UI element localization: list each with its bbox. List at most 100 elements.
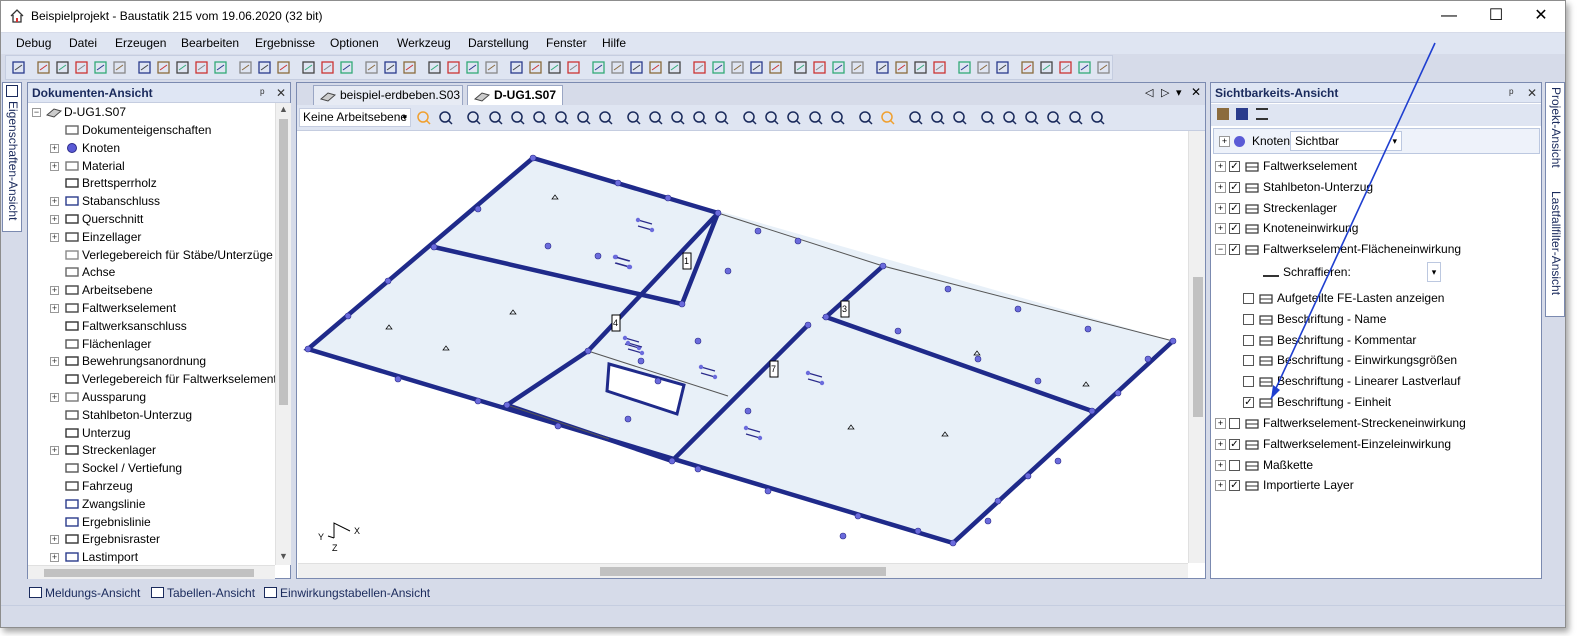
- drawing-horizontal-scrollbar[interactable]: [298, 563, 1188, 578]
- toolbar-tool-icon[interactable]: [527, 59, 544, 76]
- toolbar-tool-icon[interactable]: [483, 59, 500, 76]
- expand-icon[interactable]: +: [1215, 459, 1226, 471]
- toolbar-tool-icon[interactable]: [363, 59, 380, 76]
- view-tool-icon[interactable]: [415, 109, 432, 126]
- expand-icon[interactable]: +: [1215, 223, 1226, 235]
- expand-icon[interactable]: +: [50, 286, 59, 296]
- close-button[interactable]: ✕: [1518, 5, 1564, 27]
- expand-icon[interactable]: +: [50, 535, 59, 545]
- toolbar-tool-icon[interactable]: [748, 59, 765, 76]
- visibility-checkbox[interactable]: ✓: [1229, 438, 1240, 450]
- toolbar-tool-icon[interactable]: [767, 59, 784, 76]
- toolbar-tool-icon[interactable]: [830, 59, 847, 76]
- view-tool-icon[interactable]: [929, 109, 946, 126]
- expand-icon[interactable]: +: [50, 197, 59, 207]
- view-tool-icon[interactable]: [625, 109, 642, 126]
- view-tool-icon[interactable]: [785, 109, 802, 126]
- drawing-vertical-scrollbar[interactable]: [1188, 131, 1205, 563]
- scroll-down-icon[interactable]: ▼: [279, 551, 288, 561]
- toolbar-tool-icon[interactable]: [35, 59, 52, 76]
- toolbar-tool-icon[interactable]: [1019, 59, 1036, 76]
- menu-bearbeiten[interactable]: Bearbeiten: [181, 36, 239, 50]
- toolbar-tool-icon[interactable]: [111, 59, 128, 76]
- drawing-scroll-thumb[interactable]: [1193, 277, 1203, 417]
- expand-icon[interactable]: +: [1215, 418, 1226, 429]
- toolbar-tool-icon[interactable]: [691, 59, 708, 76]
- drawing-canvas[interactable]: 1 4 3 7 X Y Z: [298, 131, 1188, 563]
- view-tool-icon[interactable]: [879, 109, 896, 126]
- view-tool-icon[interactable]: [437, 109, 454, 126]
- tree-horizontal-scrollbar[interactable]: [28, 565, 275, 579]
- expand-icon[interactable]: +: [1215, 480, 1226, 492]
- toolbar-tool-icon[interactable]: [609, 59, 626, 76]
- toolbar-tool-icon[interactable]: [1095, 59, 1112, 76]
- toolbar-tool-icon[interactable]: [874, 59, 891, 76]
- view-tool-icon[interactable]: [1023, 109, 1040, 126]
- save-icon[interactable]: [1236, 108, 1248, 120]
- tab-tabellen-ansicht[interactable]: Tabellen-Ansicht: [149, 584, 255, 602]
- expand-icon[interactable]: +: [50, 304, 59, 313]
- toolbar-tool-icon[interactable]: [849, 59, 866, 76]
- view-tool-icon[interactable]: [1001, 109, 1018, 126]
- view-tool-icon[interactable]: [829, 109, 846, 126]
- toolbar-tool-icon[interactable]: [994, 59, 1011, 76]
- expand-icon[interactable]: +: [1219, 136, 1230, 147]
- minimize-button[interactable]: —: [1426, 5, 1472, 27]
- toolbar-tool-icon[interactable]: [54, 59, 71, 76]
- toolbar-tool-icon[interactable]: [193, 59, 210, 76]
- toolbar-tool-icon[interactable]: [792, 59, 809, 76]
- toolbar-tool-icon[interactable]: [275, 59, 292, 76]
- toolbar-tool-icon[interactable]: [426, 59, 443, 76]
- toolbar-tool-icon[interactable]: [1057, 59, 1074, 76]
- tab-prev-icon[interactable]: ◁: [1145, 86, 1153, 99]
- scroll-up-icon[interactable]: ▲: [279, 104, 288, 114]
- expand-icon[interactable]: +: [50, 393, 59, 402]
- view-tool-icon[interactable]: [647, 109, 664, 126]
- close-icon[interactable]: ✕: [1527, 83, 1537, 103]
- toolbar-tool-icon[interactable]: [729, 59, 746, 76]
- menu-optionen[interactable]: Optionen: [330, 36, 379, 50]
- toolbar-tool-icon[interactable]: [710, 59, 727, 76]
- view-tool-icon[interactable]: [691, 109, 708, 126]
- expand-icon[interactable]: +: [1215, 181, 1226, 193]
- properties-side-tab[interactable]: Eigenschaften-Ansicht: [2, 82, 22, 232]
- menu-erzeugen[interactable]: Erzeugen: [115, 36, 166, 50]
- toolbar-tool-icon[interactable]: [565, 59, 582, 76]
- toolbar-tool-icon[interactable]: [445, 59, 462, 76]
- tab-list-icon[interactable]: ▾: [1176, 86, 1182, 99]
- visibility-checkbox[interactable]: ✓: [1229, 161, 1240, 172]
- tab-einwirkungstabellen-ansicht[interactable]: Einwirkungstabellen-Ansicht: [262, 584, 430, 602]
- open-icon[interactable]: [1217, 108, 1229, 120]
- toolbar-tool-icon[interactable]: [931, 59, 948, 76]
- toolbar-tool-icon[interactable]: [647, 59, 664, 76]
- view-tool-icon[interactable]: [741, 109, 758, 126]
- toolbar-tool-icon[interactable]: [666, 59, 683, 76]
- visibility-checkbox[interactable]: ✓: [1229, 202, 1240, 214]
- view-tool-icon[interactable]: [763, 109, 780, 126]
- toolbar-tool-icon[interactable]: [136, 59, 153, 76]
- view-tool-icon[interactable]: [713, 109, 730, 126]
- expand-icon[interactable]: +: [1215, 438, 1226, 450]
- view-tool-icon[interactable]: [669, 109, 686, 126]
- view-tool-icon[interactable]: [597, 109, 614, 126]
- toolbar-tool-icon[interactable]: [73, 59, 90, 76]
- view-tool-icon[interactable]: [807, 109, 824, 126]
- toolbar-tool-icon[interactable]: [338, 59, 355, 76]
- collapse-icon[interactable]: −: [1215, 244, 1226, 256]
- menu-debug[interactable]: Debug: [16, 36, 51, 50]
- menu-hilfe[interactable]: Hilfe: [602, 36, 626, 50]
- expand-icon[interactable]: +: [1215, 202, 1226, 214]
- expand-icon[interactable]: +: [50, 446, 59, 456]
- menu-werkzeug[interactable]: Werkzeug: [397, 36, 451, 50]
- toolbar-tool-icon[interactable]: [912, 59, 929, 76]
- view-tool-icon[interactable]: [951, 109, 968, 126]
- toolbar-tool-icon[interactable]: [1038, 59, 1055, 76]
- view-tool-icon[interactable]: [1045, 109, 1062, 126]
- visibility-checkbox[interactable]: [1243, 355, 1254, 367]
- project-tab-label[interactable]: Projekt-Ansicht: [1549, 87, 1563, 168]
- toolbar-tool-icon[interactable]: [174, 59, 191, 76]
- floor-plan[interactable]: 1 4 3 7 X Y Z: [298, 131, 1188, 563]
- tab-beispiel-erdbeben[interactable]: beispiel-erdbeben.S03: [313, 85, 463, 105]
- tree-hscroll-thumb[interactable]: [44, 569, 254, 577]
- toolbar-tool-icon[interactable]: [401, 59, 418, 76]
